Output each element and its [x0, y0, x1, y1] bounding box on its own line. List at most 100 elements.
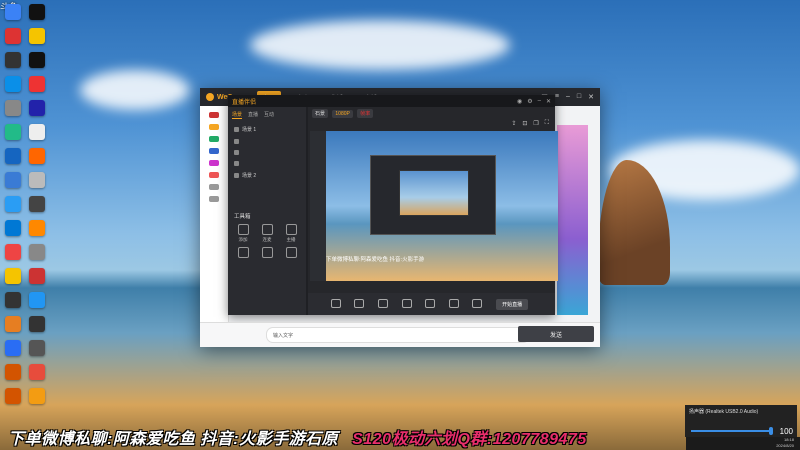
app-icon: [29, 220, 45, 236]
toolbar-item[interactable]: [209, 112, 219, 118]
video-icon: [472, 299, 483, 308]
scene-item[interactable]: [228, 136, 306, 147]
close-icon[interactable]: ✕: [588, 93, 594, 101]
desktop-icon[interactable]: [0, 268, 26, 284]
menu-icon[interactable]: ≡: [555, 93, 559, 101]
sidebar-tabs: 场景 直播 互动: [228, 107, 306, 123]
desktop-icon[interactable]: [24, 340, 50, 356]
toolbar-item[interactable]: [209, 124, 219, 130]
tool-co-stream[interactable]: 连麦: [256, 224, 278, 243]
desktop-icon[interactable]: [0, 76, 26, 92]
eye-icon[interactable]: [234, 127, 239, 132]
send-button[interactable]: 发送: [518, 326, 594, 342]
tool-host[interactable]: 主播: [280, 224, 302, 243]
desktop-icon[interactable]: [24, 292, 50, 308]
control-mic-volume[interactable]: [448, 299, 459, 309]
tool-item[interactable]: [256, 247, 278, 260]
desktop-icon[interactable]: [24, 268, 50, 284]
desktop-icon[interactable]: [24, 124, 50, 140]
desktop-icon[interactable]: [24, 316, 50, 332]
eye-icon[interactable]: [234, 150, 239, 155]
toolbar-item[interactable]: [209, 136, 219, 142]
framerate-badge[interactable]: 帧率: [357, 109, 374, 118]
desktop-icon[interactable]: [24, 148, 50, 164]
control-camera[interactable]: [330, 299, 341, 309]
desktop-icon[interactable]: [24, 196, 50, 212]
volume-knob[interactable]: [769, 427, 773, 435]
tab-live[interactable]: 直播: [248, 111, 258, 119]
clock-date: 2024/8/20: [776, 443, 794, 448]
fullscreen-icon[interactable]: ⛶: [545, 120, 549, 127]
window-bottom-bar: 输入文字 发送: [200, 322, 600, 347]
scene-item[interactable]: 场景 2: [228, 169, 306, 182]
preview-canvas[interactable]: 下单微博私聊:阿森爱吃鱼 抖音:火影手游: [310, 131, 558, 281]
desktop-icon[interactable]: [0, 196, 26, 212]
desktop-icon[interactable]: [24, 52, 50, 68]
toolbar-item[interactable]: [209, 148, 219, 154]
desktop-icon[interactable]: [24, 388, 50, 404]
desktop-icon[interactable]: [24, 4, 50, 20]
resolution-badge[interactable]: 1080P: [332, 110, 353, 118]
tool-label: 主播: [286, 237, 296, 242]
scene-item[interactable]: [228, 158, 306, 169]
desktop-icon[interactable]: [0, 100, 26, 116]
desktop-icon[interactable]: [24, 364, 50, 380]
toolbar-item[interactable]: [209, 172, 219, 178]
control-video[interactable]: [472, 299, 483, 309]
desktop-icon[interactable]: [0, 28, 26, 44]
desktop-icon[interactable]: [0, 364, 26, 380]
desktop-icon[interactable]: [0, 316, 26, 332]
desktop-icon[interactable]: [24, 172, 50, 188]
tab-scenes[interactable]: 场景: [232, 111, 243, 119]
taskbar-clock[interactable]: 18:18 2024/8/20: [686, 437, 800, 450]
desktop-icon[interactable]: [0, 172, 26, 188]
app-icon: [29, 124, 45, 140]
share-icon[interactable]: ⇪: [511, 120, 516, 127]
toolbar-item[interactable]: [209, 160, 219, 166]
desktop-icon[interactable]: [24, 28, 50, 44]
tool-add[interactable]: 添加: [232, 224, 254, 243]
tool-item[interactable]: [280, 247, 302, 260]
control-speaker[interactable]: [425, 299, 436, 309]
toolbar-item[interactable]: [209, 184, 219, 190]
desktop-icon[interactable]: [0, 220, 26, 236]
toolbar-item[interactable]: [209, 196, 219, 202]
app-icon: [29, 340, 45, 356]
scene-item[interactable]: 场景 1: [228, 123, 306, 136]
desktop-icon[interactable]: [0, 244, 26, 260]
volume-slider[interactable]: [691, 427, 773, 435]
scene-item[interactable]: [228, 147, 306, 158]
app-icon: [29, 196, 45, 212]
copy-icon[interactable]: ❐: [533, 120, 538, 127]
eye-icon[interactable]: [234, 161, 239, 166]
tab-interact[interactable]: 互动: [264, 111, 274, 119]
lock-icon[interactable]: ⊡: [522, 120, 527, 127]
minimize-icon[interactable]: –: [566, 93, 570, 101]
desktop-icon[interactable]: [0, 124, 26, 140]
maximize-icon[interactable]: □: [577, 93, 581, 101]
control-screen[interactable]: [378, 299, 389, 309]
go-live-button[interactable]: 开始直播: [496, 298, 529, 310]
desktop-icon[interactable]: [24, 76, 50, 92]
desktop-icon[interactable]: [0, 148, 26, 164]
close-icon[interactable]: ✕: [546, 98, 551, 105]
eye-icon[interactable]: [234, 139, 239, 144]
settings-icon[interactable]: ⚙: [527, 98, 532, 105]
desktop-icon[interactable]: [0, 388, 26, 404]
desktop-icon[interactable]: [24, 100, 50, 116]
chat-input[interactable]: 输入文字: [266, 327, 530, 343]
eye-icon[interactable]: [234, 173, 239, 178]
tool-item[interactable]: [232, 247, 254, 260]
desktop-icon[interactable]: [0, 4, 26, 20]
desktop-icon[interactable]: [0, 52, 26, 68]
control-record[interactable]: [401, 299, 412, 309]
user-icon[interactable]: ◉: [517, 98, 522, 105]
desktop-icon[interactable]: [0, 292, 26, 308]
audio-device-name[interactable]: 扬声器 (Realtek USB2.0 Audio): [685, 405, 797, 418]
desktop-icon[interactable]: [24, 244, 50, 260]
control-mic[interactable]: [354, 299, 365, 309]
nested-preview-inner: [399, 170, 469, 216]
desktop-icon[interactable]: [24, 220, 50, 236]
minimize-icon[interactable]: –: [538, 98, 541, 105]
desktop-icon[interactable]: [0, 340, 26, 356]
